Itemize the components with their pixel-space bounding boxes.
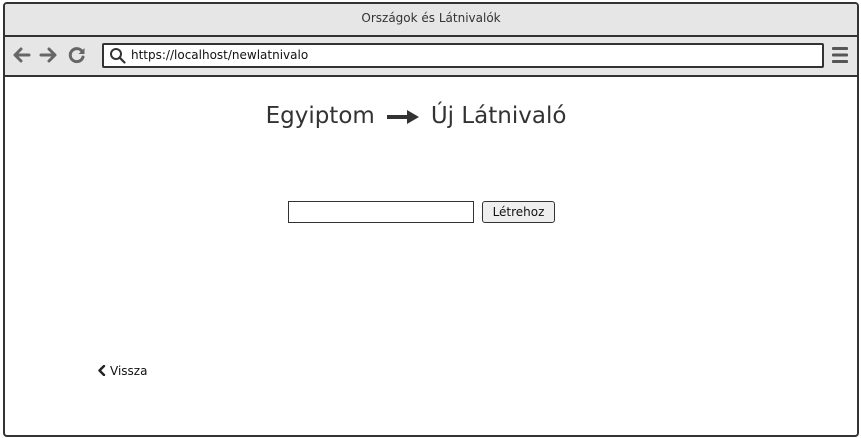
long-arrow-right-icon (386, 109, 419, 124)
browser-toolbar: https://localhost/newlatnivalo (5, 37, 857, 77)
address-bar[interactable]: https://localhost/newlatnivalo (102, 43, 824, 68)
arrow-right-icon (39, 47, 57, 63)
page-title: Egyiptom Új Látnivaló (5, 99, 827, 133)
create-button[interactable]: Létrehoz (482, 201, 555, 223)
reload-button[interactable] (67, 45, 87, 65)
browser-window: Országok és Látnivalók https://localhost… (3, 2, 859, 437)
arrow-left-icon (13, 47, 31, 63)
chevron-left-icon (98, 365, 106, 376)
address-url: https://localhost/newlatnivalo (131, 48, 309, 62)
browser-menu-button[interactable] (832, 46, 848, 64)
window-title: Országok és Látnivalók (361, 11, 501, 25)
search-icon (110, 48, 126, 64)
back-link-label: Vissza (110, 364, 148, 378)
forward-button[interactable] (38, 45, 58, 65)
new-sight-title: Új Látnivaló (430, 103, 567, 129)
country-name: Egyiptom (265, 103, 375, 129)
page-content: Egyiptom Új Látnivaló Létrehoz Vissza (5, 77, 857, 435)
back-link[interactable]: Vissza (97, 363, 147, 379)
sight-name-input[interactable] (288, 201, 474, 223)
reload-icon (68, 47, 85, 64)
back-button[interactable] (12, 45, 32, 65)
window-titlebar: Országok és Látnivalók (5, 4, 857, 37)
hamburger-menu-icon (832, 47, 848, 63)
